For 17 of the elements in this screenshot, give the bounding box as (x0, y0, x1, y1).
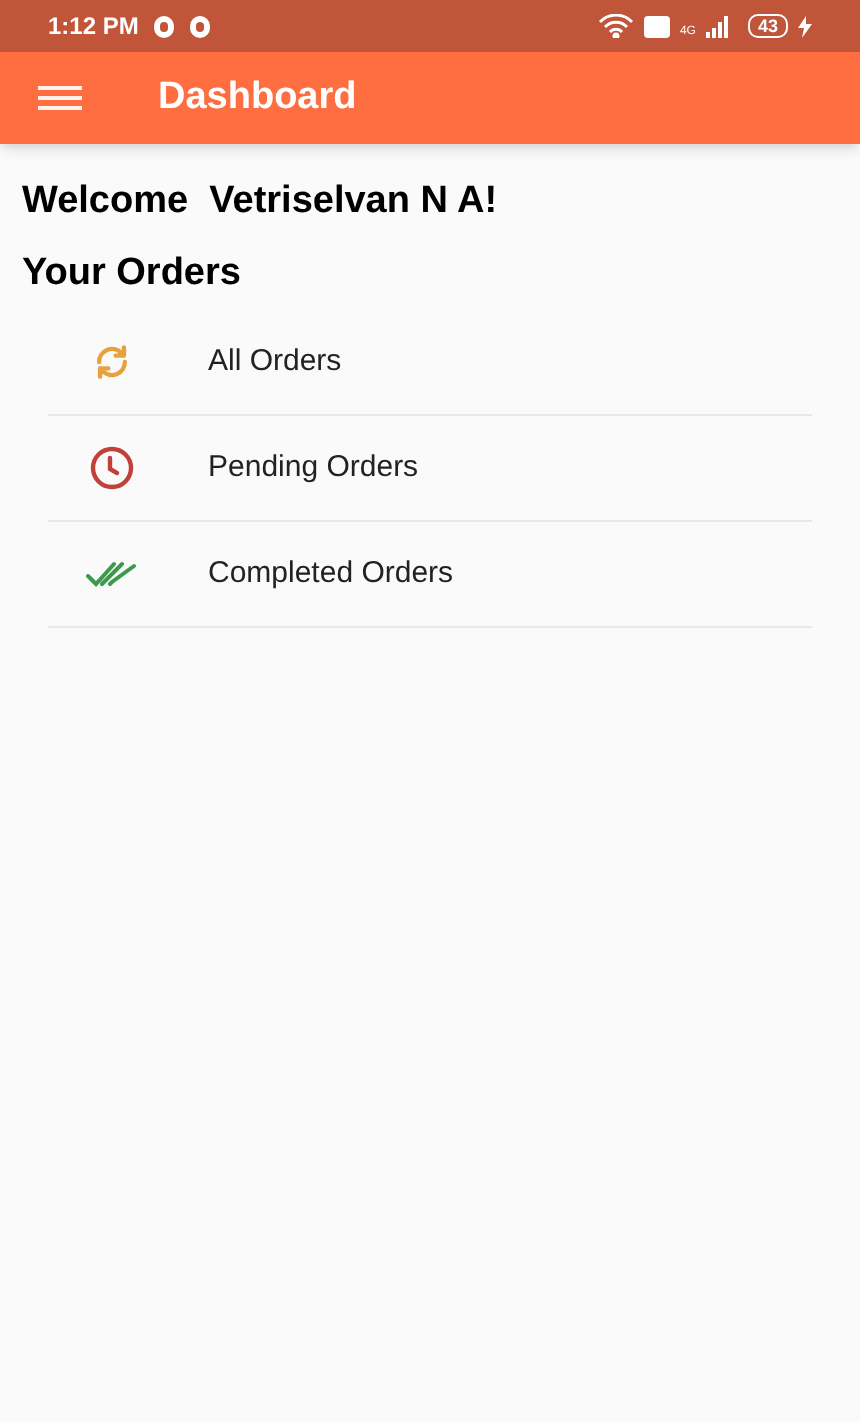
status-time: 1:12 PM (48, 10, 139, 44)
screen-title: Dashboard (158, 73, 357, 122)
welcome-heading: Welcome Vetriselvan N A! (22, 178, 500, 226)
menu-item-label: Completed Orders (208, 553, 454, 594)
double-check-icon (86, 560, 138, 588)
menu-item-label: All Orders (208, 341, 342, 382)
battery-indicator: 43 (747, 14, 788, 38)
section-heading: Your Orders (22, 249, 243, 297)
order-menu-item[interactable]: Completed Orders (48, 522, 812, 628)
lightning-icon (798, 15, 812, 37)
menu-item-label: Pending Orders (208, 447, 419, 488)
clock-icon (88, 444, 136, 492)
menu-button[interactable] (38, 82, 82, 114)
order-menu-item[interactable]: Pending Orders (48, 416, 812, 522)
wifi-icon (597, 14, 634, 38)
order-menu-item[interactable]: All Orders (48, 310, 812, 416)
signal-icon (705, 15, 730, 37)
